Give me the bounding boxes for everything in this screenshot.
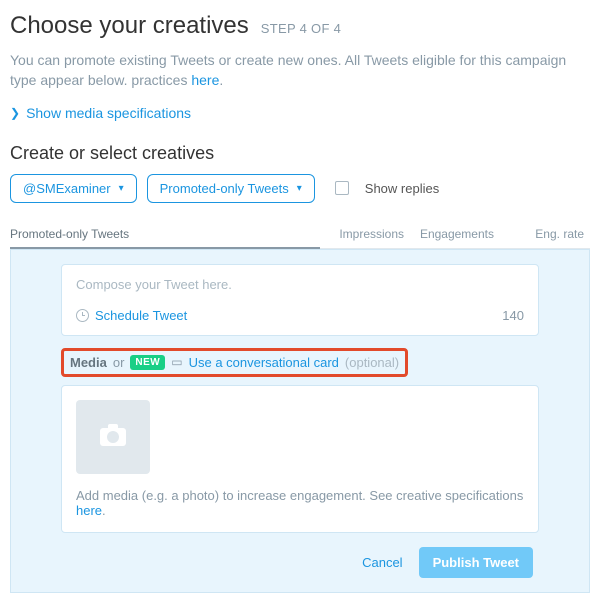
filter-row: @SMExaminer ▾ Promoted-only Tweets ▾ Sho… [10,174,590,203]
creative-spec-link[interactable]: here [76,503,102,518]
account-selector[interactable]: @SMExaminer ▾ [10,174,137,203]
new-badge: NEW [130,355,165,370]
publish-tweet-button[interactable]: Publish Tweet [419,547,533,578]
tweet-type-selector[interactable]: Promoted-only Tweets ▾ [147,174,315,203]
or-text: or [113,355,125,370]
tweets-tab[interactable]: Promoted-only Tweets [10,227,320,249]
card-icon: ▭ [171,355,182,369]
chevron-right-icon: ❯ [10,106,20,120]
chevron-down-icon: ▾ [119,183,124,194]
account-selector-label: @SMExaminer [23,181,111,196]
media-tab[interactable]: Media [70,355,107,370]
step-indicator: STEP 4 OF 4 [261,21,341,36]
schedule-label: Schedule Tweet [95,308,187,323]
intro-text: You can promote existing Tweets or creat… [10,50,590,91]
tweet-compose-box[interactable]: Compose your Tweet here. Schedule Tweet … [61,264,539,336]
optional-text: (optional) [345,355,399,370]
composer-actions: Cancel Publish Tweet [61,547,539,578]
schedule-tweet-button[interactable]: Schedule Tweet [76,308,187,323]
character-count: 140 [502,308,524,323]
media-spec-disclosure[interactable]: ❯ Show media specifications [10,105,590,121]
show-replies-checkbox[interactable] [335,181,349,195]
page-header: Choose your creatives STEP 4 OF 4 [10,12,590,40]
show-replies-label: Show replies [365,181,439,196]
add-media-button[interactable] [76,400,150,474]
section-title: Create or select creatives [10,143,590,164]
media-row-highlight: Media or NEW ▭ Use a conversational card… [61,348,408,377]
column-headers: Promoted-only Tweets Impressions Engagem… [10,221,590,249]
intro-suffix: . [219,72,223,88]
tweet-type-label: Promoted-only Tweets [160,181,289,196]
composer-area: Compose your Tweet here. Schedule Tweet … [10,249,590,593]
camera-icon [100,428,126,446]
compose-placeholder: Compose your Tweet here. [76,277,524,292]
media-help-text: Add media (e.g. a photo) to increase eng… [76,488,524,518]
media-box: Add media (e.g. a photo) to increase eng… [61,385,539,533]
col-impressions: Impressions [320,227,410,241]
best-practices-link[interactable]: here [191,72,219,88]
chevron-down-icon: ▾ [297,183,302,194]
col-eng-rate: Eng. rate [500,227,590,241]
col-engagements: Engagements [410,227,500,241]
intro-prefix: You can promote existing Tweets or creat… [10,52,566,88]
cancel-button[interactable]: Cancel [362,555,402,570]
clock-icon [76,309,89,322]
media-spec-label: Show media specifications [26,105,191,121]
conversational-card-link[interactable]: Use a conversational card [189,355,339,370]
page-title: Choose your creatives [10,12,249,40]
